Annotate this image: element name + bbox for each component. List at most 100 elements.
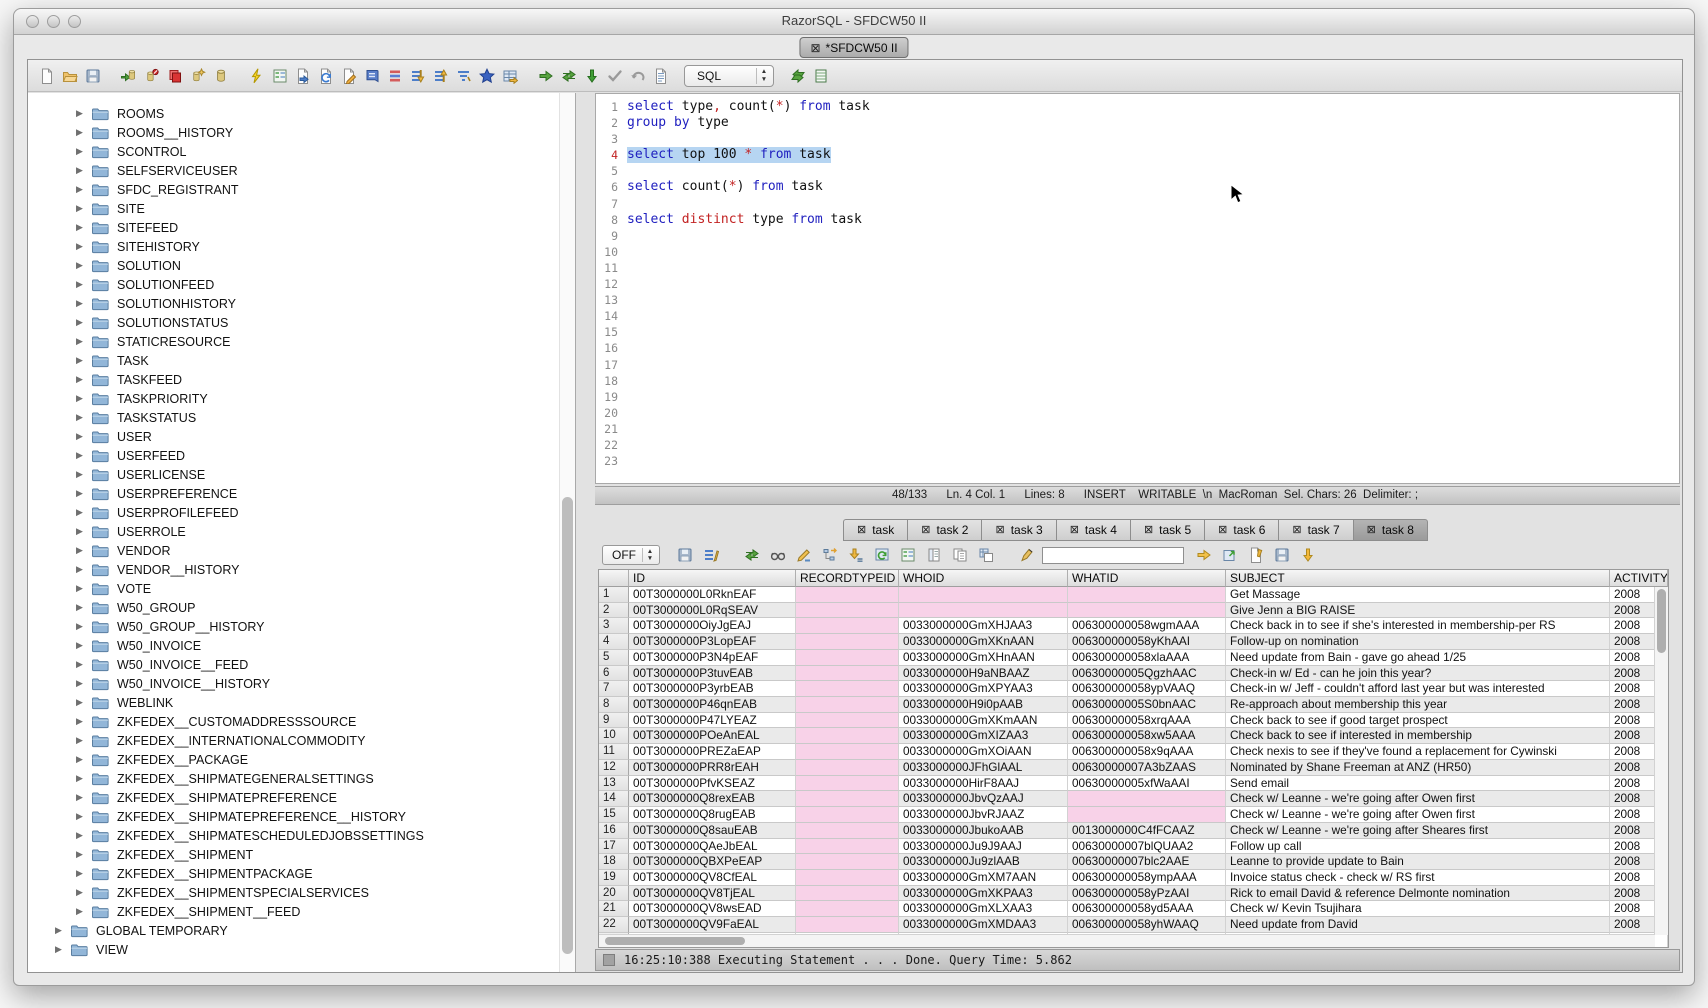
disclosure-triangle-icon[interactable]: ▶ [76, 526, 91, 537]
table-horizontal-scrollbar-thumb[interactable] [605, 937, 745, 945]
tree-item-taskpriority[interactable]: ▶TASKPRIORITY [28, 389, 575, 408]
download-icon[interactable] [1297, 545, 1318, 566]
cell-recordtypeid[interactable] [796, 744, 899, 760]
syntax-check-icon[interactable] [603, 64, 626, 87]
disclosure-triangle-icon[interactable]: ▶ [76, 678, 91, 689]
cell-whoid[interactable] [899, 603, 1068, 619]
cell-whoid[interactable]: 0033000000GmXMDAA3 [899, 917, 1068, 933]
tree-item-rooms[interactable]: ▶ROOMS [28, 104, 575, 123]
table-row[interactable]: 500T3000000P3N4pEAF0033000000GmXHnAAN006… [599, 650, 1668, 666]
cell-whoid[interactable]: 0033000000GmXM7AAN [899, 870, 1068, 886]
cell-id[interactable]: 00T3000000Q8rexEAB [629, 791, 796, 807]
cell-id[interactable]: 00T3000000P47LYEAZ [629, 713, 796, 729]
tree-item-taskstatus[interactable]: ▶TASKSTATUS [28, 408, 575, 427]
disclosure-triangle-icon[interactable]: ▶ [76, 203, 91, 214]
tree-item-rooms-history[interactable]: ▶ROOMS__HISTORY [28, 123, 575, 142]
cell-recordtypeid[interactable] [796, 807, 899, 823]
disclosure-triangle-icon[interactable]: ▶ [76, 811, 91, 822]
cell-subject[interactable]: Check-in w/ Jeff - couldn't afford last … [1226, 681, 1610, 697]
cell-recordtypeid[interactable] [796, 681, 899, 697]
copy-table-icon[interactable] [975, 545, 996, 566]
results-search-input[interactable] [1042, 547, 1184, 564]
disclosure-triangle-icon[interactable]: ▶ [76, 773, 91, 784]
edit-pencil-icon[interactable] [793, 545, 814, 566]
cell-id[interactable]: 00T3000000P3LopEAF [629, 634, 796, 650]
editor-line[interactable]: 7 [596, 196, 1679, 212]
tree-item-w50-invoice-feed[interactable]: ▶W50_INVOICE__FEED [28, 655, 575, 674]
tree-item-zkfedex-shipment[interactable]: ▶ZKFEDEX__SHIPMENT [28, 845, 575, 864]
cell-subject[interactable]: Check-in w/ Ed - can he join this year? [1226, 666, 1610, 682]
cell-whatid[interactable] [1068, 807, 1226, 823]
cell-recordtypeid[interactable] [796, 713, 899, 729]
cell-whatid[interactable]: 00630000005QgzhAAC [1068, 666, 1226, 682]
tree-item-solutionhistory[interactable]: ▶SOLUTIONHISTORY [28, 294, 575, 313]
cell-whatid[interactable]: 006300000058xw5AAA [1068, 728, 1226, 744]
title-bar[interactable]: RazorSQL - SFDCW50 II [14, 9, 1694, 35]
tree-item-w50-group[interactable]: ▶W50_GROUP [28, 598, 575, 617]
tree-item-sitefeed[interactable]: ▶SITEFEED [28, 218, 575, 237]
disclosure-triangle-icon[interactable]: ▶ [76, 640, 91, 651]
disclosure-triangle-icon[interactable]: ▶ [76, 488, 91, 499]
editor-line[interactable]: 13 [596, 292, 1679, 308]
table-vertical-scrollbar[interactable] [1654, 587, 1668, 935]
tree-item-zkfedex-internationalcommodity[interactable]: ▶ZKFEDEX__INTERNATIONALCOMMODITY [28, 731, 575, 750]
cell-recordtypeid[interactable] [796, 697, 899, 713]
cell-whoid[interactable]: 0033000000GmXIZAA3 [899, 728, 1068, 744]
close-file-tab-icon[interactable]: ⊠ [810, 42, 820, 54]
cell-id[interactable]: 00T3000000POeAnEAL [629, 728, 796, 744]
cell-whoid[interactable]: 0033000000H9aNBAAZ [899, 666, 1068, 682]
disclosure-triangle-icon[interactable]: ▶ [76, 450, 91, 461]
cell-whatid[interactable] [1068, 587, 1226, 603]
table-row[interactable]: 1900T3000000QV8CfEAL0033000000GmXM7AAN00… [599, 870, 1668, 886]
result-tab-task[interactable]: ⊠task [843, 519, 907, 541]
tree-item-userlicense[interactable]: ▶USERLICENSE [28, 465, 575, 484]
cell-whatid[interactable]: 00630000007blQUAA2 [1068, 839, 1226, 855]
cell-whatid[interactable] [1068, 603, 1226, 619]
cell-recordtypeid[interactable] [796, 760, 899, 776]
result-tab-task-6[interactable]: ⊠task 6 [1204, 519, 1278, 541]
table-row[interactable]: 1100T3000000PREZaEAP0033000000GmXOiAAN00… [599, 744, 1668, 760]
cell-subject[interactable]: Check w/ Leanne - we're going after Owen… [1226, 807, 1610, 823]
disclosure-triangle-icon[interactable]: ▶ [76, 222, 91, 233]
save-grid-icon[interactable] [1271, 545, 1292, 566]
cell-id[interactable]: 00T3000000L0RqSEAV [629, 603, 796, 619]
cell-whoid[interactable]: 0033000000GmXHnAAN [899, 650, 1068, 666]
close-tab-icon[interactable]: ⊠ [921, 525, 930, 536]
tree-item-zkfedex-shipmategeneralsettings[interactable]: ▶ZKFEDEX__SHIPMATEGENERALSETTINGS [28, 769, 575, 788]
cell-subject[interactable]: Nominated by Shane Freeman at ANZ (HR50) [1226, 760, 1610, 776]
new-connection-icon[interactable] [186, 64, 209, 87]
cell-recordtypeid[interactable] [796, 791, 899, 807]
editor-line[interactable]: 15 [596, 324, 1679, 340]
disclosure-triangle-icon[interactable]: ▶ [76, 659, 91, 670]
tree-item-zkfedex-shipmentpackage[interactable]: ▶ZKFEDEX__SHIPMENTPACKAGE [28, 864, 575, 883]
new-file-icon[interactable] [35, 64, 58, 87]
tree-item-userfeed[interactable]: ▶USERFEED [28, 446, 575, 465]
favorites-star-icon[interactable] [475, 64, 498, 87]
disclosure-triangle-icon[interactable]: ▶ [76, 298, 91, 309]
cell-whatid[interactable]: 006300000058ypVAAQ [1068, 681, 1226, 697]
cell-whoid[interactable]: 0033000000JbvRJAAZ [899, 807, 1068, 823]
connect-database-icon[interactable] [117, 64, 140, 87]
cell-whoid[interactable]: 0033000000JbukoAAB [899, 823, 1068, 839]
table-row[interactable]: 300T3000000OiyJgEAJ0033000000GmXHJAA3006… [599, 618, 1668, 634]
cell-subject[interactable]: Give Jenn a BIG RAISE [1226, 603, 1610, 619]
tree-item-zkfedex-customaddresssource[interactable]: ▶ZKFEDEX__CUSTOMADDRESSSOURCE [28, 712, 575, 731]
sort-asc-icon[interactable] [429, 64, 452, 87]
tree-item-view[interactable]: ▶VIEW [28, 940, 575, 959]
cell-whatid[interactable]: 006300000058yhWAAQ [1068, 917, 1226, 933]
tree-item-sitehistory[interactable]: ▶SITEHISTORY [28, 237, 575, 256]
cell-id[interactable]: 00T3000000P3N4pEAF [629, 650, 796, 666]
cell-recordtypeid[interactable] [796, 776, 899, 792]
describe-columns-icon[interactable] [897, 545, 918, 566]
cell-subject[interactable]: Check nexis to see if they've found a re… [1226, 744, 1610, 760]
close-tab-icon[interactable]: ⊠ [1218, 525, 1227, 536]
save-icon[interactable] [81, 64, 104, 87]
tree-item-global-temporary[interactable]: ▶GLOBAL TEMPORARY [28, 921, 575, 940]
cell-recordtypeid[interactable] [796, 666, 899, 682]
disclosure-triangle-icon[interactable]: ▶ [76, 754, 91, 765]
cell-whoid[interactable]: 0033000000GmXPYAA3 [899, 681, 1068, 697]
cell-subject[interactable]: Check back in to see if she's interested… [1226, 618, 1610, 634]
result-tab-task-5[interactable]: ⊠task 5 [1130, 519, 1204, 541]
cell-id[interactable]: 00T3000000P46qnEAB [629, 697, 796, 713]
disclosure-triangle-icon[interactable]: ▶ [76, 146, 91, 157]
